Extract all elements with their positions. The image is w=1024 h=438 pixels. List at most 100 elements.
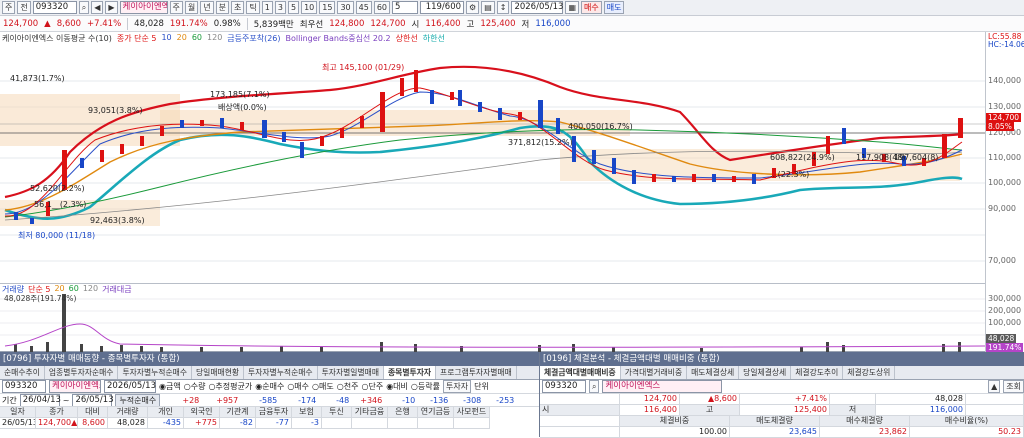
stock-code-input[interactable]: 093320 bbox=[32, 1, 77, 14]
tab-cumulative-2[interactable]: 투자자별누적순매수 bbox=[244, 366, 318, 379]
tab-strength-top[interactable]: 체결강도상위 bbox=[843, 366, 896, 379]
search-icon[interactable]: ⌕ bbox=[78, 1, 90, 14]
radio-buy[interactable]: ○매수 bbox=[287, 381, 309, 392]
buy-volume-cell[interactable]: 23,862 bbox=[820, 427, 910, 438]
y-tick: 140,000 bbox=[988, 76, 1022, 85]
volume-gridlines bbox=[0, 298, 985, 336]
y-tick: 90,000 bbox=[988, 204, 1016, 213]
minute-step-60[interactable]: 60 bbox=[373, 1, 391, 14]
volume: 48,028 bbox=[134, 18, 164, 29]
radio-thousand[interactable]: ○천주 bbox=[337, 381, 359, 392]
table-cell-volume[interactable]: 48,028 bbox=[108, 418, 148, 429]
period-year[interactable]: 년 bbox=[200, 1, 214, 14]
table-cell-close[interactable]: 124,700▲ bbox=[36, 418, 78, 429]
query-button[interactable]: 조회 bbox=[1003, 380, 1024, 393]
minute-step-15[interactable]: 15 bbox=[319, 1, 336, 14]
investor-date-input[interactable]: 2026/05/13 bbox=[104, 380, 156, 393]
tab-net-buy-trend[interactable]: 순매수추이 bbox=[0, 366, 45, 379]
tab-price-ratio[interactable]: 가격대별거래비중 bbox=[621, 366, 688, 379]
table-cell-foreign[interactable]: +775 bbox=[184, 418, 220, 429]
radio-sell[interactable]: ○매도 bbox=[312, 381, 334, 392]
minute-step-5[interactable]: 5 bbox=[287, 1, 300, 14]
table-cell-diff[interactable]: 8,600 bbox=[78, 418, 108, 429]
minute-step-3[interactable]: 3 bbox=[274, 1, 286, 14]
buy-ratio-cell[interactable]: 50.23 bbox=[910, 427, 1024, 438]
volume-y-axis: 300,000 200,000 100,000 48,028 191.74% bbox=[985, 284, 1024, 352]
sell-button[interactable]: 매도 bbox=[603, 1, 625, 14]
investor-button[interactable]: 투자자 bbox=[442, 380, 472, 393]
chart-title[interactable]: 케이아이엔엑스 이동평균 수(10) bbox=[2, 33, 112, 44]
period-week[interactable]: 주 bbox=[169, 1, 183, 14]
up-icon[interactable]: ▲ bbox=[988, 380, 1001, 393]
current-price: 124,700 bbox=[3, 18, 39, 29]
chart-icon[interactable]: ▤ bbox=[481, 1, 495, 14]
trade-code-input[interactable]: 093320 bbox=[542, 380, 586, 393]
tab-sector-investor[interactable]: 업종별투자자순매수 bbox=[45, 366, 119, 379]
tab-stock-investor[interactable]: 종목별투자자 bbox=[384, 366, 437, 379]
radio-amount[interactable]: ◉금액 bbox=[159, 381, 181, 392]
table-cell-other[interactable] bbox=[352, 418, 388, 429]
tab-cumulative[interactable]: 투자자별누적순매수 bbox=[118, 366, 192, 379]
table-cell-trust[interactable] bbox=[322, 418, 352, 429]
trade-high: 125,400 bbox=[740, 405, 830, 416]
stock-name-field[interactable]: 케이아이엔엑 bbox=[119, 1, 168, 14]
tab-today-detail[interactable]: 당일체결상세 bbox=[739, 366, 792, 379]
table-cell-institution[interactable]: -82 bbox=[220, 418, 256, 429]
minute-step-45[interactable]: 45 bbox=[355, 1, 372, 14]
tab-amount-ratio[interactable]: 체결금액대별매매비중 bbox=[540, 366, 621, 379]
tab-today-trades[interactable]: 당일매매현황 bbox=[192, 366, 245, 379]
table-cell-pension[interactable] bbox=[418, 418, 454, 429]
radio-rate[interactable]: ○등락률 bbox=[411, 381, 440, 392]
minute-step-1[interactable]: 1 bbox=[261, 1, 273, 14]
table-cell-private[interactable] bbox=[454, 418, 490, 429]
sell-volume-cell[interactable]: 23,645 bbox=[730, 427, 820, 438]
divider bbox=[246, 17, 248, 30]
trade-name-field[interactable]: 케이아이엔엑스 bbox=[602, 380, 723, 393]
investor-code-input[interactable]: 093320 bbox=[2, 380, 46, 393]
buy-button[interactable]: 매수 bbox=[581, 1, 602, 14]
tab-sell-detail[interactable]: 매도체결상세 bbox=[687, 366, 740, 379]
investor-window-title[interactable]: [0796] 투자자별 매매동향 - 종목별투자자 (통합) bbox=[0, 352, 539, 366]
radio-diff[interactable]: ◉대비 bbox=[386, 381, 408, 392]
table-cell-insurance[interactable]: -3 bbox=[292, 418, 322, 429]
search-icon[interactable]: ⌕ bbox=[589, 380, 600, 393]
table-cell-financial[interactable]: -77 bbox=[256, 418, 292, 429]
volume-chart-canvas[interactable] bbox=[0, 284, 985, 352]
next-stock-button[interactable]: ▶ bbox=[105, 1, 118, 14]
trade-window-title[interactable]: [0196] 체결분석 - 체결금액대별 매매비중 (통합) bbox=[540, 352, 1024, 366]
table-cell-individual[interactable]: -435 bbox=[148, 418, 184, 429]
period-tick[interactable]: 틱 bbox=[246, 1, 260, 14]
radio-net[interactable]: ◉순매수 bbox=[255, 381, 284, 392]
legend-ma120: 120 bbox=[207, 33, 223, 42]
to-date-input[interactable]: 26/05/13 bbox=[72, 394, 114, 406]
investor-name-field[interactable]: 케이아이엔엑스 bbox=[49, 380, 101, 393]
cum-value: -308 bbox=[463, 395, 482, 405]
radio-unit[interactable]: ○단주 bbox=[361, 381, 383, 392]
table-cell-bank[interactable] bbox=[388, 418, 418, 429]
market-select[interactable]: 주 bbox=[2, 1, 16, 14]
cursor-icon[interactable]: ↕ bbox=[496, 1, 510, 14]
settings-icon[interactable]: ⚙ bbox=[466, 1, 480, 14]
period-month[interactable]: 월 bbox=[184, 1, 199, 14]
prev-stock-button[interactable]: ◀ bbox=[91, 1, 104, 14]
price-type-select[interactable]: 전 bbox=[17, 1, 31, 14]
trade-ratio-table: 체결비중 매도체결량 매수체결량 매수비율(%) 100.00 23,645 2… bbox=[540, 416, 1024, 438]
ratio-cell[interactable]: 100.00 bbox=[620, 427, 730, 438]
tab-daily-trades[interactable]: 투자자별일별매매 bbox=[318, 366, 384, 379]
period-second[interactable]: 초 bbox=[231, 1, 245, 14]
tab-strength-trend[interactable]: 체결강도추이 bbox=[791, 366, 844, 379]
count-input[interactable]: 119/600 bbox=[420, 1, 465, 14]
minute-step-30[interactable]: 30 bbox=[337, 1, 354, 14]
date-input[interactable]: 2026/05/13 bbox=[511, 1, 564, 14]
radio-qty[interactable]: ○수량 bbox=[184, 381, 206, 392]
from-date-input[interactable]: 26/04/13 bbox=[19, 394, 61, 406]
tab-program[interactable]: 프로그램투자자별매매 bbox=[436, 366, 517, 379]
legend-ma20: 20 bbox=[176, 33, 187, 42]
radio-avg[interactable]: ○추정평균가 bbox=[208, 381, 252, 392]
period-minute[interactable]: 분 bbox=[215, 1, 230, 14]
step-input[interactable]: 5 bbox=[392, 1, 419, 14]
trade-search-row: 093320 ⌕ 케이아이엔엑스 ▲ 조회 bbox=[540, 380, 1024, 394]
minute-step-10[interactable]: 10 bbox=[301, 1, 318, 14]
table-cell-date[interactable]: 26/05/13 bbox=[0, 418, 36, 429]
calendar-icon[interactable]: ▦ bbox=[565, 1, 580, 14]
